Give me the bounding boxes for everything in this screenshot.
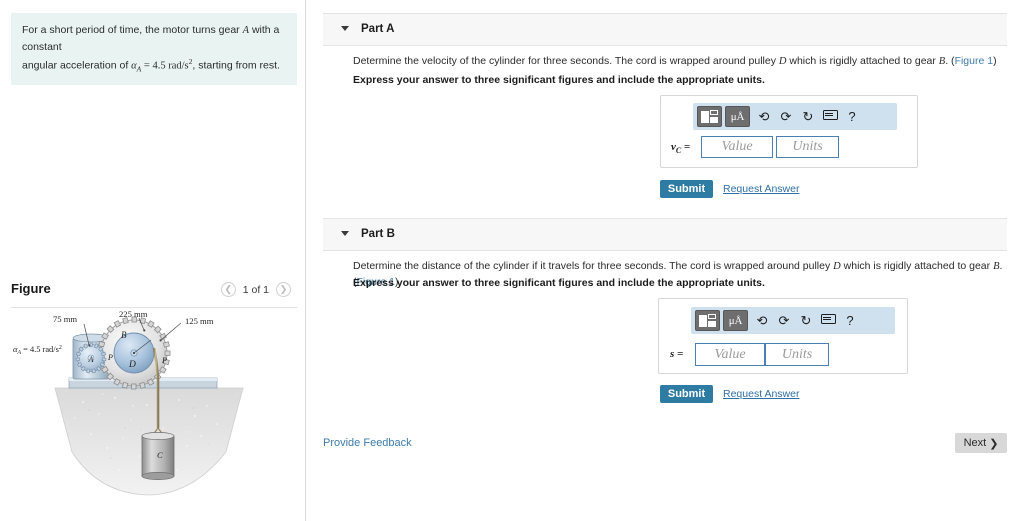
contact-point-left-label: P bbox=[107, 353, 113, 362]
reset-icon[interactable]: ↻ bbox=[795, 314, 817, 327]
part-a-answer-box: μÅ ⟲ ⟳ ↻ ? vC = Value Units bbox=[660, 95, 918, 168]
chevron-right-icon[interactable]: ❯ bbox=[276, 282, 291, 297]
dim-label-pulley-d: 125 mm bbox=[185, 316, 214, 326]
cylinder-c-label: C bbox=[157, 450, 163, 460]
problem-text-line2-part2: , starting from rest. bbox=[192, 59, 280, 72]
alpha-a-label: αA = 4.5 rad/s2 bbox=[13, 345, 62, 356]
gear-assembly-svg: 75 mm 225 mm 125 mm A B D C P P αA = 4.5… bbox=[13, 309, 244, 496]
part-a-variable-label: vC = bbox=[671, 141, 690, 155]
reset-icon[interactable]: ↻ bbox=[797, 110, 819, 123]
part-a-question-text2: which is rigidly attached to gear bbox=[786, 55, 939, 67]
caret-down-icon[interactable] bbox=[341, 26, 349, 31]
dim-label-gear-a: 75 mm bbox=[53, 314, 77, 324]
pulley-d-label: D bbox=[128, 360, 136, 370]
figure-pager-label: 1 of 1 bbox=[242, 283, 269, 296]
math-template-icon[interactable] bbox=[695, 310, 720, 331]
part-a-units-input[interactable]: Units bbox=[776, 136, 839, 158]
provide-feedback-link[interactable]: Provide Feedback bbox=[323, 437, 412, 449]
gear-b-label: B bbox=[121, 330, 127, 340]
part-b-value-input[interactable]: Value bbox=[695, 343, 765, 366]
figure-title: Figure bbox=[11, 281, 51, 296]
chevron-right-icon: ❯ bbox=[989, 437, 999, 450]
contact-point-right-label: P bbox=[161, 356, 167, 365]
left-panel: For a short period of time, the motor tu… bbox=[0, 0, 306, 521]
part-a-question-text3: . ( bbox=[945, 55, 955, 67]
part-a-value-input[interactable]: Value bbox=[701, 136, 773, 158]
keyboard-icon[interactable] bbox=[819, 110, 841, 123]
part-b-label: Part B bbox=[361, 228, 395, 240]
redo-icon[interactable]: ⟳ bbox=[775, 110, 797, 123]
part-b-submit-button[interactable]: Submit bbox=[660, 385, 713, 403]
figure-divider bbox=[11, 307, 297, 308]
help-icon[interactable]: ? bbox=[839, 314, 861, 327]
part-b-variable-label: s = bbox=[670, 348, 683, 362]
chevron-left-icon[interactable]: ❮ bbox=[220, 282, 236, 297]
part-b-units-input[interactable]: Units bbox=[765, 343, 829, 366]
part-b-answer-toolbar: μÅ ⟲ ⟳ ↻ ? bbox=[691, 307, 895, 334]
part-b-variable: s bbox=[670, 348, 675, 360]
units-icon[interactable]: μÅ bbox=[723, 310, 748, 331]
problem-text-line2-part1: angular acceleration of bbox=[22, 59, 132, 72]
part-b-instruction: Express your answer to three significant… bbox=[353, 277, 765, 289]
part-b-question-text1: Determine the distance of the cylinder i… bbox=[353, 260, 834, 272]
part-a-label: Part A bbox=[361, 23, 395, 35]
part-a-variable-subscript: C bbox=[675, 146, 682, 156]
part-b-question-text2: which is rigidly attached to gear bbox=[840, 260, 994, 272]
part-b-equals: = bbox=[677, 348, 684, 360]
figure-header: Figure ❮ 1 of 1 ❯ bbox=[11, 280, 297, 306]
part-b-request-answer-link[interactable]: Request Answer bbox=[723, 388, 799, 400]
help-icon[interactable]: ? bbox=[841, 110, 863, 123]
figure-diagram[interactable]: 75 mm 225 mm 125 mm A B D C P P αA = 4.5… bbox=[11, 309, 297, 505]
part-b-header[interactable]: Part B bbox=[323, 218, 1007, 251]
part-a-request-answer-link[interactable]: Request Answer bbox=[723, 183, 799, 195]
part-a-submit-button[interactable]: Submit bbox=[660, 180, 713, 198]
dim-label-gear-b: 225 mm bbox=[119, 310, 148, 319]
figure-pager: ❮ 1 of 1 ❯ bbox=[220, 282, 291, 297]
part-a-header[interactable]: Part A bbox=[323, 13, 1007, 46]
part-b-var-d: D bbox=[833, 261, 841, 272]
caret-down-icon[interactable] bbox=[341, 231, 349, 236]
problem-alpha-value: = 4.5 rad/s bbox=[141, 60, 189, 72]
problem-text-line1-part1: For a short period of time, the motor tu… bbox=[22, 24, 243, 36]
redo-icon[interactable]: ⟳ bbox=[773, 314, 795, 327]
part-a-figure-link[interactable]: Figure 1 bbox=[955, 55, 994, 67]
part-a-question-text1: Determine the velocity of the cylinder f… bbox=[353, 55, 779, 67]
undo-icon[interactable]: ⟲ bbox=[753, 110, 775, 123]
gear-a-label: A bbox=[88, 355, 94, 364]
units-icon[interactable]: μÅ bbox=[725, 106, 750, 127]
next-button-label: Next bbox=[963, 437, 987, 449]
right-panel: Part A Determine the velocity of the cyl… bbox=[306, 0, 1024, 521]
part-a-question: Determine the velocity of the cylinder f… bbox=[353, 54, 1013, 70]
part-a-equals: = bbox=[683, 141, 691, 153]
undo-icon[interactable]: ⟲ bbox=[751, 314, 773, 327]
part-a-question-text4: ) bbox=[993, 55, 997, 67]
next-button[interactable]: Next ❯ bbox=[955, 433, 1007, 453]
problem-statement: For a short period of time, the motor tu… bbox=[11, 13, 297, 85]
assignment-page: For a short period of time, the motor tu… bbox=[0, 0, 1024, 521]
part-b-answer-box: μÅ ⟲ ⟳ ↻ ? s = Value Units bbox=[658, 298, 908, 374]
part-a-instruction: Express your answer to three significant… bbox=[353, 74, 765, 86]
part-a-answer-toolbar: μÅ ⟲ ⟳ ↻ ? bbox=[693, 103, 897, 130]
keyboard-icon[interactable] bbox=[817, 314, 839, 327]
math-template-icon[interactable] bbox=[697, 106, 722, 127]
